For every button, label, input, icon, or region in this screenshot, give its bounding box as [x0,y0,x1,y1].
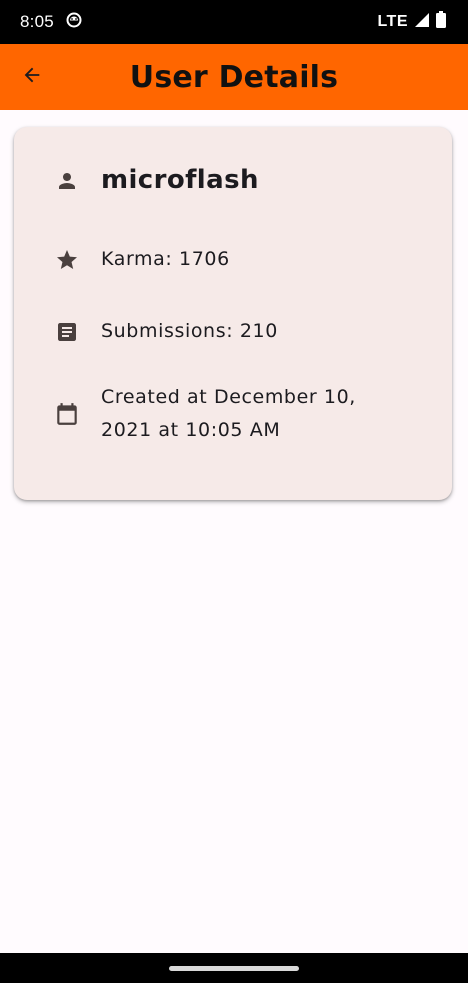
created-row: Created at December 10, 2021 at 10:05 AM [14,381,452,447]
calendar-icon [54,401,80,427]
back-button[interactable] [16,61,48,93]
battery-icon [436,11,446,33]
article-icon [54,319,80,345]
status-bar: 8:05 LTE [0,0,468,44]
user-details-card: microflash Karma: 1706 Submissions: 210 … [14,127,452,500]
navigation-bar [0,953,468,983]
karma-text: Karma: 1706 [101,248,230,270]
status-left: 8:05 [20,12,82,33]
page-title: User Details [129,59,339,95]
android-notification-icon [66,12,82,33]
status-right: LTE [377,11,446,33]
home-gesture-handle[interactable] [169,965,299,971]
created-text: Created at December 10, 2021 at 10:05 AM [101,386,356,441]
submissions-row: Submissions: 210 [14,315,452,348]
username: microflash [101,165,259,195]
submissions-text: Submissions: 210 [101,320,278,342]
signal-icon [414,12,430,33]
karma-row: Karma: 1706 [14,243,452,276]
star-icon [54,247,80,273]
person-icon [54,168,80,194]
username-row: microflash [14,164,452,198]
network-type: LTE [377,13,408,30]
arrow-back-icon [21,64,43,90]
app-bar: User Details [0,44,468,110]
status-time: 8:05 [20,12,54,31]
